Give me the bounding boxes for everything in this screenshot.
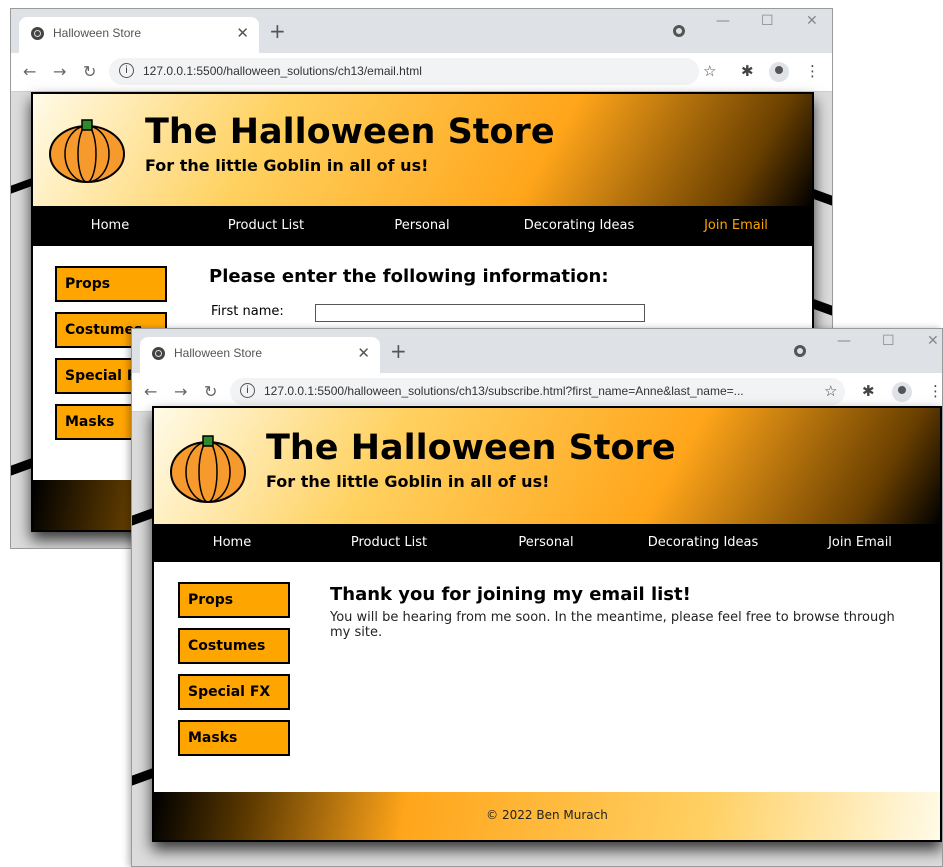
avatar-icon[interactable] [892, 382, 912, 402]
back-icon[interactable]: ← [144, 382, 157, 401]
tab-title: Halloween Store [53, 26, 142, 40]
profile-indicator-icon[interactable] [673, 25, 685, 37]
first-name-input[interactable] [315, 304, 645, 322]
maximize-icon[interactable]: ☐ [761, 13, 774, 29]
site-nav: Home Product List Personal Decorating Id… [154, 524, 940, 562]
puzzle-icon[interactable]: ✱ [741, 62, 754, 80]
puzzle-icon[interactable]: ✱ [862, 382, 875, 400]
star-icon[interactable]: ☆ [824, 382, 837, 400]
url-field[interactable]: i 127.0.0.1:5500/halloween_solutions/ch1… [230, 378, 845, 405]
nav-link-personal[interactable]: Personal [394, 218, 449, 233]
background-stripe [812, 188, 832, 206]
background-stripe [812, 298, 832, 316]
reload-icon[interactable]: ↻ [204, 382, 217, 401]
info-icon[interactable]: i [119, 63, 134, 78]
forward-icon[interactable]: → [174, 382, 187, 401]
nav-link-join-email[interactable]: Join Email [828, 535, 892, 550]
tab-strip: Halloween Store ✕ + — ☐ ✕ [132, 329, 942, 373]
pumpkin-icon [49, 119, 125, 183]
plus-icon[interactable]: + [269, 19, 286, 43]
site-header: The Halloween Store For the little Gobli… [154, 408, 940, 524]
avatar-icon[interactable] [769, 62, 789, 82]
window-close-icon[interactable]: ✕ [927, 333, 939, 349]
window-close-icon[interactable]: ✕ [806, 13, 818, 29]
browser-tab[interactable]: Halloween Store ✕ [19, 17, 259, 53]
menu-icon[interactable]: ⋮ [805, 62, 820, 80]
background-stripe [132, 768, 152, 786]
minimize-icon[interactable]: — [837, 333, 851, 349]
reload-icon[interactable]: ↻ [83, 62, 96, 81]
plus-icon[interactable]: + [390, 339, 407, 363]
thank-you-heading: Thank you for joining my email list! [330, 584, 691, 605]
nav-link-home[interactable]: Home [91, 218, 129, 233]
thank-you-message: You will be hearing from me soon. In the… [330, 610, 895, 640]
info-icon[interactable]: i [240, 383, 255, 398]
sidebar-link-masks[interactable]: Masks [178, 720, 290, 756]
globe-icon [31, 27, 44, 40]
address-bar: ← → ↻ i 127.0.0.1:5500/halloween_solutio… [11, 53, 832, 92]
minimize-icon[interactable]: — [716, 13, 730, 29]
sidebar-link-costumes[interactable]: Costumes [178, 628, 290, 664]
close-icon[interactable]: ✕ [236, 24, 249, 42]
star-icon[interactable]: ☆ [703, 62, 716, 80]
profile-indicator-icon[interactable] [794, 345, 806, 357]
nav-link-join-email[interactable]: Join Email [704, 218, 768, 233]
site-page: The Halloween Store For the little Gobli… [152, 406, 942, 842]
url-field[interactable]: i 127.0.0.1:5500/halloween_solutions/ch1… [109, 58, 699, 85]
site-tagline: For the little Goblin in all of us! [145, 156, 429, 175]
menu-icon[interactable]: ⋮ [928, 382, 942, 400]
sidebar-link-props[interactable]: Props [55, 266, 167, 302]
browser-window-subscribe: Halloween Store ✕ + — ☐ ✕ ← → ↻ i 127.0.… [131, 328, 943, 867]
nav-link-personal[interactable]: Personal [518, 535, 573, 550]
url-text: 127.0.0.1:5500/halloween_solutions/ch13/… [264, 384, 744, 398]
close-icon[interactable]: ✕ [357, 344, 370, 362]
globe-icon [152, 347, 165, 360]
site-header: The Halloween Store For the little Gobli… [33, 94, 812, 206]
form-heading: Please enter the following information: [209, 266, 609, 287]
browser-tab[interactable]: Halloween Store ✕ [140, 337, 380, 373]
nav-link-decorating-ideas[interactable]: Decorating Ideas [524, 218, 635, 233]
nav-link-home[interactable]: Home [213, 535, 251, 550]
nav-link-product-list[interactable]: Product List [351, 535, 427, 550]
tab-strip: Halloween Store ✕ + — ☐ ✕ [11, 9, 832, 53]
first-name-label: First name: [211, 304, 284, 319]
background-stripe [132, 508, 152, 526]
url-text: 127.0.0.1:5500/halloween_solutions/ch13/… [143, 64, 422, 78]
tab-title: Halloween Store [174, 346, 263, 360]
site-title: The Halloween Store [266, 428, 676, 468]
back-icon[interactable]: ← [23, 62, 36, 81]
sidebar-link-props[interactable]: Props [178, 582, 290, 618]
maximize-icon[interactable]: ☐ [882, 333, 895, 349]
copyright-text: © 2022 Ben Murach [486, 808, 608, 822]
sidebar-link-special-fx[interactable]: Special FX [178, 674, 290, 710]
page-viewport: The Halloween Store For the little Gobli… [132, 406, 942, 866]
nav-link-decorating-ideas[interactable]: Decorating Ideas [648, 535, 759, 550]
site-footer: © 2022 Ben Murach [154, 792, 940, 840]
background-stripe [11, 178, 31, 194]
site-tagline: For the little Goblin in all of us! [266, 472, 550, 491]
pumpkin-icon [170, 435, 246, 503]
site-nav: Home Product List Personal Decorating Id… [33, 206, 812, 246]
site-title: The Halloween Store [145, 112, 555, 152]
forward-icon[interactable]: → [53, 62, 66, 81]
background-stripe [11, 458, 31, 476]
nav-link-product-list[interactable]: Product List [228, 218, 304, 233]
